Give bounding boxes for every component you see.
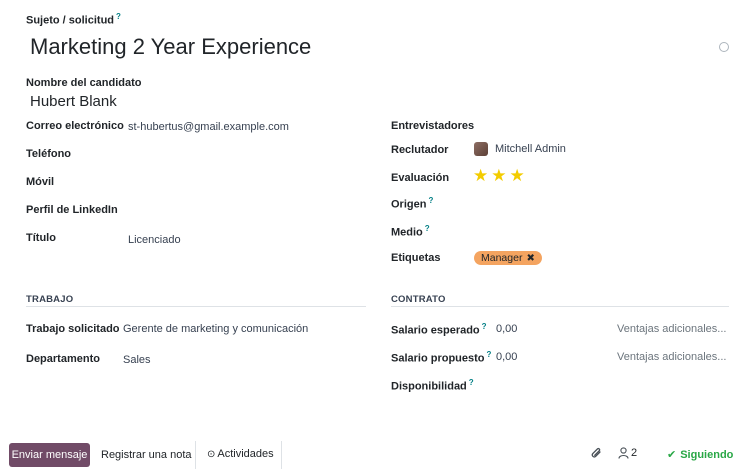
- log-note-button[interactable]: Registrar una nota: [101, 449, 192, 461]
- chatter-divider: [281, 441, 282, 469]
- linkedin-label: Perfil de LinkedIn: [26, 204, 118, 216]
- linkedin-field[interactable]: [128, 202, 358, 216]
- following-button[interactable]: ✔ Siguiendo: [667, 448, 734, 462]
- degree-label: Título: [26, 232, 56, 244]
- mobile-label: Móvil: [26, 176, 55, 188]
- star-icon[interactable]: ★: [473, 167, 488, 184]
- followers-count: 2: [631, 447, 638, 459]
- followers-button[interactable]: 2: [618, 447, 637, 459]
- contract-section-divider: [391, 306, 729, 307]
- degree-field[interactable]: Licenciado: [128, 234, 181, 246]
- expected-extra-field[interactable]: Ventajas adicionales...: [617, 323, 726, 335]
- clock-icon: ⊙: [207, 448, 216, 460]
- check-icon: ✔: [667, 449, 677, 461]
- email-field[interactable]: st-hubertus@gmail.example.com: [128, 121, 289, 133]
- proposed-salary-label: Salario propuesto?: [391, 350, 491, 365]
- subject-label: Sujeto / solicitud?: [26, 12, 121, 27]
- tags-label: Etiquetas: [391, 252, 441, 264]
- email-label: Correo electrónico: [26, 120, 124, 132]
- proposed-salary-help-icon[interactable]: ?: [487, 350, 492, 359]
- send-message-button[interactable]: Enviar mensaje: [9, 443, 90, 467]
- department-label: Departamento: [26, 353, 100, 365]
- expected-salary-help-icon[interactable]: ?: [482, 322, 487, 331]
- applied-job-label: Trabajo solicitado: [26, 323, 120, 335]
- recruiter-avatar: [474, 142, 488, 156]
- medium-label: Medio?: [391, 224, 430, 239]
- subject-label-text: Sujeto / solicitud: [26, 14, 115, 27]
- applied-job-field[interactable]: Gerente de marketing y comunicación: [123, 323, 308, 335]
- medium-help-icon[interactable]: ?: [425, 224, 430, 233]
- medium-field[interactable]: [474, 222, 724, 236]
- recruiter-name: Mitchell Admin: [495, 143, 566, 155]
- proposed-extra-field[interactable]: Ventajas adicionales...: [617, 351, 726, 363]
- source-field[interactable]: [474, 194, 724, 208]
- availability-help-icon[interactable]: ?: [469, 378, 474, 387]
- source-label-text: Origen: [391, 198, 427, 211]
- interviewers-label: Entrevistadores: [391, 120, 475, 132]
- recruiter-field[interactable]: Mitchell Admin: [474, 142, 566, 156]
- priority-circle-icon[interactable]: [719, 42, 729, 52]
- medium-label-text: Medio: [391, 226, 423, 239]
- contract-section-title: CONTRATO: [391, 294, 446, 305]
- availability-label-text: Disponibilidad: [391, 380, 467, 393]
- chatter-divider: [195, 441, 196, 469]
- expected-salary-field[interactable]: 0,00: [496, 323, 517, 335]
- phone-field[interactable]: [128, 146, 358, 160]
- availability-label: Disponibilidad?: [391, 378, 474, 393]
- interviewers-field[interactable]: [474, 118, 724, 132]
- recruiter-label: Reclutador: [391, 144, 449, 156]
- candidate-name-label: Nombre del candidato: [26, 77, 142, 89]
- following-label: Siguiendo: [680, 448, 734, 461]
- user-icon: [618, 447, 629, 459]
- proposed-salary-field[interactable]: 0,00: [496, 351, 517, 363]
- department-field[interactable]: Sales: [123, 354, 151, 366]
- mobile-field[interactable]: [128, 174, 358, 188]
- source-help-icon[interactable]: ?: [428, 196, 433, 205]
- phone-label: Teléfono: [26, 148, 72, 160]
- proposed-salary-label-text: Salario propuesto: [391, 352, 485, 365]
- expected-salary-label: Salario esperado?: [391, 322, 487, 337]
- subject-help-icon[interactable]: ?: [116, 12, 121, 21]
- page-title[interactable]: Marketing 2 Year Experience: [30, 34, 311, 60]
- star-icon[interactable]: ★: [491, 167, 506, 184]
- activities-button[interactable]: ⊙ Actividades: [207, 448, 274, 460]
- candidate-name-field[interactable]: Hubert Blank: [30, 93, 117, 110]
- paperclip-icon[interactable]: [590, 446, 603, 463]
- expected-salary-label-text: Salario esperado: [391, 324, 480, 337]
- activities-label: Actividades: [217, 448, 274, 460]
- remove-tag-icon[interactable]: ✖: [526, 253, 534, 264]
- evaluation-label: Evaluación: [391, 172, 450, 184]
- job-section-title: TRABAJO: [26, 294, 74, 305]
- tags-field[interactable]: Manager ✖: [474, 251, 542, 265]
- evaluation-stars[interactable]: ★ ★ ★: [473, 167, 525, 184]
- job-section-divider: [26, 306, 366, 307]
- tag-manager: Manager ✖: [474, 251, 542, 265]
- source-label: Origen?: [391, 196, 433, 211]
- tag-label: Manager: [481, 252, 523, 264]
- star-icon[interactable]: ★: [510, 167, 525, 184]
- availability-field[interactable]: [496, 376, 724, 390]
